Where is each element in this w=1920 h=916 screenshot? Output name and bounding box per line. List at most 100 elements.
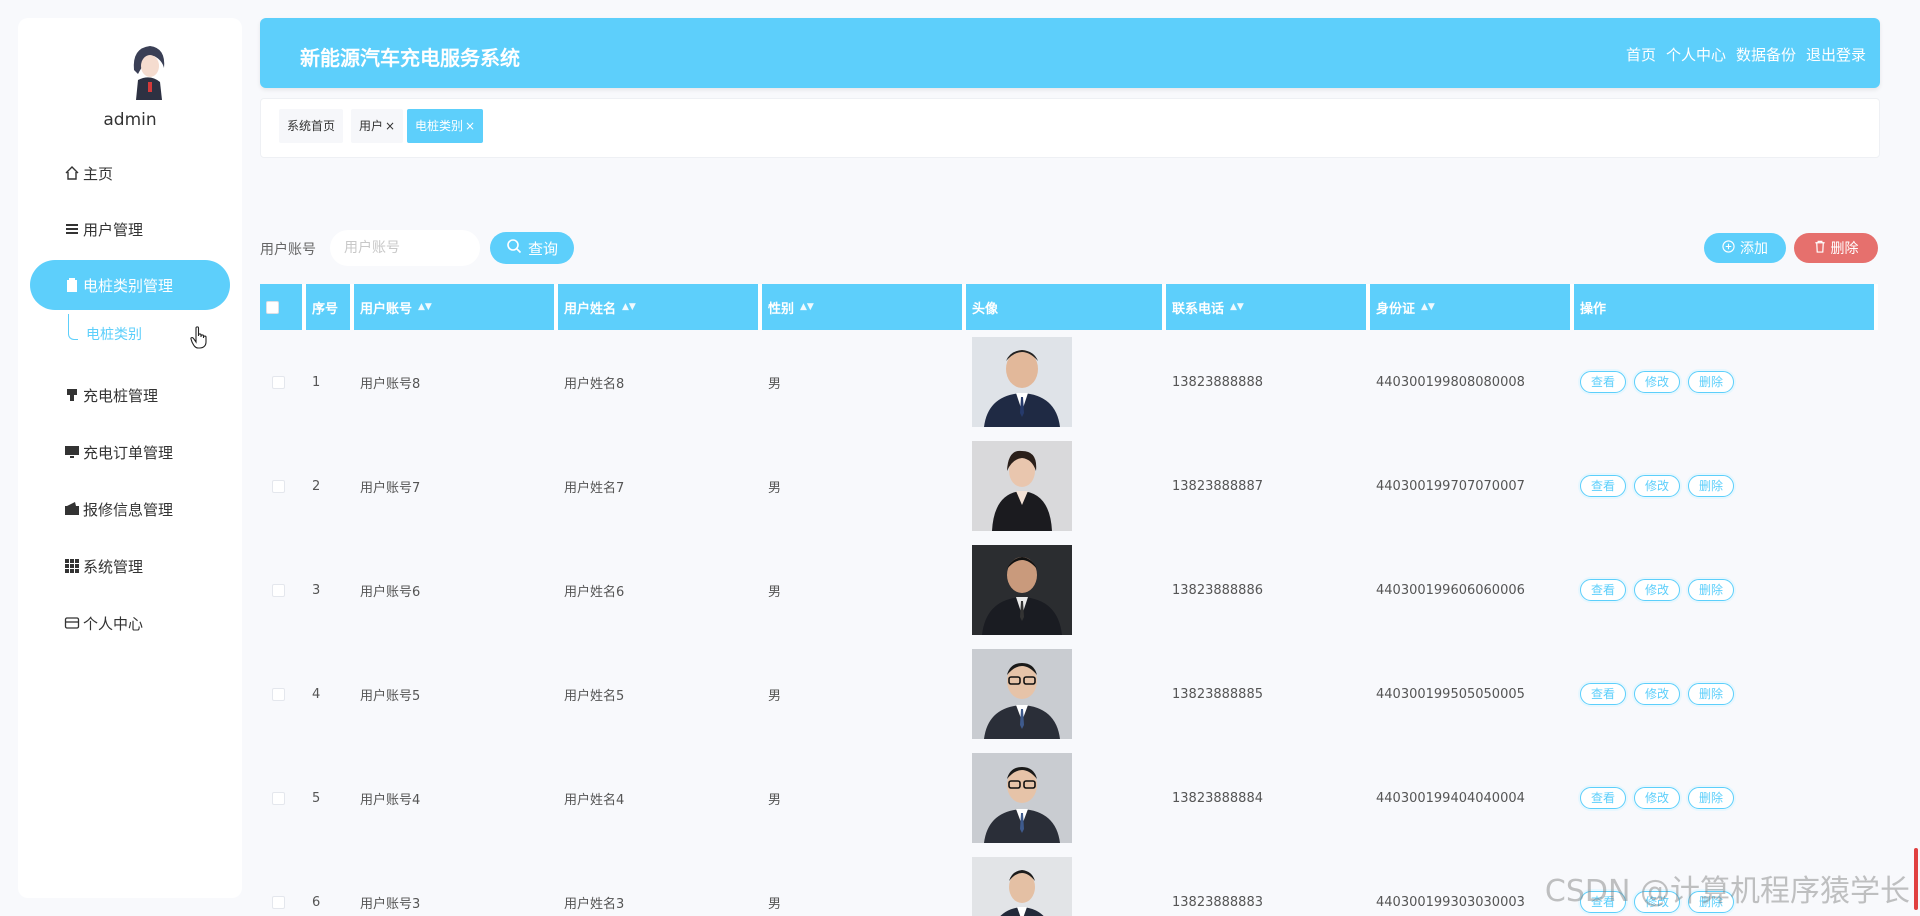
table-row: 1 用户账号8 用户姓名8 男 13823888888 440300199808… xyxy=(260,330,1878,434)
sidebar-item-home[interactable]: 主页 xyxy=(30,148,230,198)
column-header-label: 联系电话 xyxy=(1172,301,1225,317)
sidebar-item-label: 报修信息管理 xyxy=(83,500,174,519)
sidebar-item-personal-center[interactable]: 个人中心 xyxy=(30,598,230,648)
column-header-label: 用户姓名 xyxy=(564,301,617,317)
cell-phone: 13823888885 xyxy=(1172,686,1263,702)
delete-button[interactable]: 删除 xyxy=(1688,579,1735,601)
row-checkbox-cell xyxy=(260,434,306,538)
cell-actions: 查看 修改 删除 xyxy=(1574,642,1878,746)
cell-phone: 13823888887 xyxy=(1172,478,1263,494)
column-header[interactable]: 用户账号 ▲▼ xyxy=(354,284,554,330)
sort-icon[interactable]: ▲▼ xyxy=(418,302,432,312)
user-photo[interactable] xyxy=(972,545,1072,635)
row-checkbox[interactable] xyxy=(272,687,285,701)
trash-icon xyxy=(1814,240,1826,257)
sidebar-item-user-management[interactable]: 用户管理 xyxy=(30,204,230,254)
column-header-label: 性别 xyxy=(768,301,795,317)
sort-icon[interactable]: ▲▼ xyxy=(1230,302,1244,312)
cell-actions: 查看 修改 删除 xyxy=(1574,434,1878,538)
cell-name: 用户姓名4 xyxy=(564,792,625,808)
row-checkbox[interactable] xyxy=(272,895,285,909)
column-header[interactable]: 用户姓名 ▲▼ xyxy=(558,284,758,330)
nav-data-backup-link[interactable]: 数据备份 xyxy=(1736,44,1796,65)
table-row: 3 用户账号6 用户姓名6 男 13823888886 440300199606… xyxy=(260,538,1878,642)
user-photo[interactable] xyxy=(972,753,1072,843)
batch-delete-button[interactable]: 删除 xyxy=(1794,233,1878,263)
cell-account: 用户账号5 xyxy=(360,688,421,704)
table-row: 5 用户账号4 用户姓名4 男 13823888884 440300199404… xyxy=(260,746,1878,850)
cell-gender: 男 xyxy=(768,688,782,704)
view-button[interactable]: 查看 xyxy=(1580,787,1627,809)
view-button[interactable]: 查看 xyxy=(1580,475,1627,497)
cell-index: 4 xyxy=(312,686,321,702)
view-button[interactable]: 查看 xyxy=(1580,683,1627,705)
top-header: 新能源汽车充电服务系统 首页 个人中心 数据备份 退出登录 xyxy=(260,18,1880,88)
cell-id-card: 440300199404040004 xyxy=(1376,790,1525,806)
edit-button[interactable]: 修改 xyxy=(1634,371,1681,393)
sort-icon[interactable]: ▲▼ xyxy=(622,302,636,312)
column-header-label: 身份证 xyxy=(1376,301,1416,317)
user-photo[interactable] xyxy=(972,441,1072,531)
row-checkbox[interactable] xyxy=(272,479,285,493)
column-header-label: 序号 xyxy=(312,301,339,317)
add-button[interactable]: 添加 xyxy=(1704,233,1786,263)
cell-avatar xyxy=(966,642,1166,746)
app-title: 新能源汽车充电服务系统 xyxy=(300,46,520,70)
tab-charger-category[interactable]: 电桩类别 × xyxy=(407,109,484,143)
tab-user[interactable]: 用户 × xyxy=(351,109,404,143)
row-checkbox[interactable] xyxy=(272,375,285,389)
mouse-cursor-icon xyxy=(190,326,208,354)
nav-home-link[interactable]: 首页 xyxy=(1626,44,1656,65)
nav-logout-link[interactable]: 退出登录 xyxy=(1806,44,1866,65)
column-header[interactable]: 性别 ▲▼ xyxy=(762,284,962,330)
edit-button[interactable]: 修改 xyxy=(1634,579,1681,601)
edit-button[interactable]: 修改 xyxy=(1634,787,1681,809)
close-icon[interactable]: × xyxy=(465,119,475,133)
row-checkbox[interactable] xyxy=(272,791,285,805)
column-header: 头像 xyxy=(966,284,1162,330)
sidebar-subitem-charger-category[interactable]: 电桩类别 xyxy=(86,324,142,344)
select-all-checkbox[interactable] xyxy=(266,300,279,314)
edit-button[interactable]: 修改 xyxy=(1634,683,1681,705)
delete-button-label: 删除 xyxy=(1830,241,1859,257)
sidebar-item-charger-category-management[interactable]: 电桩类别管理 xyxy=(30,260,230,310)
delete-button[interactable]: 删除 xyxy=(1688,787,1735,809)
tab-system-home[interactable]: 系统首页 xyxy=(279,109,344,143)
sidebar-item-charger-management[interactable]: 充电桩管理 xyxy=(30,370,230,420)
user-photo[interactable] xyxy=(972,337,1072,427)
delete-button[interactable]: 删除 xyxy=(1688,475,1735,497)
query-button[interactable]: 查询 xyxy=(490,232,574,264)
sidebar-item-order-management[interactable]: 充电订单管理 xyxy=(30,427,230,477)
row-checkbox-cell xyxy=(260,850,306,916)
plus-circle-icon xyxy=(1722,239,1735,257)
cell-gender: 男 xyxy=(768,376,782,392)
sort-icon[interactable]: ▲▼ xyxy=(800,302,814,312)
user-photo[interactable] xyxy=(972,649,1072,739)
user-photo[interactable] xyxy=(972,857,1072,916)
table-header: 序号 用户账号 ▲▼ 用户姓名 ▲▼ 性别 ▲▼ 头像 联系电话 ▲▼ 身份证 ▲▼ 操作 xyxy=(260,284,1878,330)
column-header[interactable]: 身份证 ▲▼ xyxy=(1370,284,1570,330)
delete-button[interactable]: 删除 xyxy=(1688,683,1735,705)
watermark: CSDN @计算机程序猿学长 xyxy=(1544,874,1910,909)
list-icon xyxy=(64,221,80,237)
view-button[interactable]: 查看 xyxy=(1580,579,1627,601)
cell-account: 用户账号7 xyxy=(360,480,421,496)
admin-username: admin xyxy=(103,110,157,130)
row-checkbox[interactable] xyxy=(272,583,285,597)
avatar[interactable] xyxy=(124,40,172,100)
close-icon[interactable]: × xyxy=(385,119,395,133)
edit-button[interactable]: 修改 xyxy=(1634,475,1681,497)
sidebar-item-label: 充电订单管理 xyxy=(83,443,174,462)
column-header[interactable]: 联系电话 ▲▼ xyxy=(1166,284,1366,330)
search-input[interactable] xyxy=(330,230,480,266)
scroll-indicator xyxy=(1914,848,1918,910)
cell-avatar xyxy=(966,850,1166,916)
view-button[interactable]: 查看 xyxy=(1580,371,1627,393)
delete-button[interactable]: 删除 xyxy=(1688,371,1735,393)
sidebar: admin 主页 用户管理 电桩类别管理 电桩类别 充电桩管理 充电订单管理 报… xyxy=(18,18,242,898)
nav-personal-center-link[interactable]: 个人中心 xyxy=(1666,44,1726,65)
sidebar-item-repair-management[interactable]: 报修信息管理 xyxy=(30,484,230,534)
sidebar-item-system-management[interactable]: 系统管理 xyxy=(30,541,230,591)
sort-icon[interactable]: ▲▼ xyxy=(1421,302,1435,312)
column-header: 序号 xyxy=(306,284,350,330)
